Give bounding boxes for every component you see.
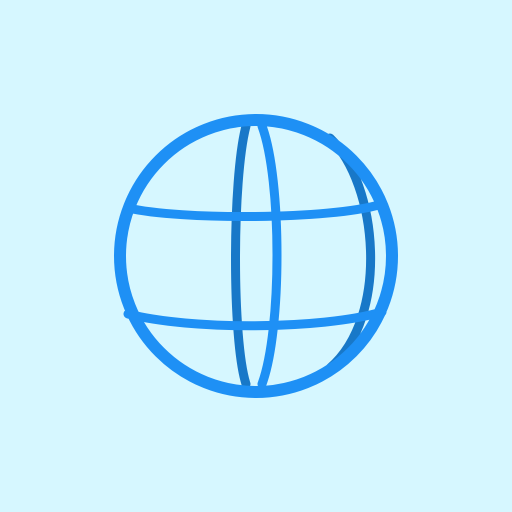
background bbox=[0, 0, 512, 512]
globe-icon bbox=[0, 0, 512, 512]
icon-canvas bbox=[0, 0, 512, 512]
